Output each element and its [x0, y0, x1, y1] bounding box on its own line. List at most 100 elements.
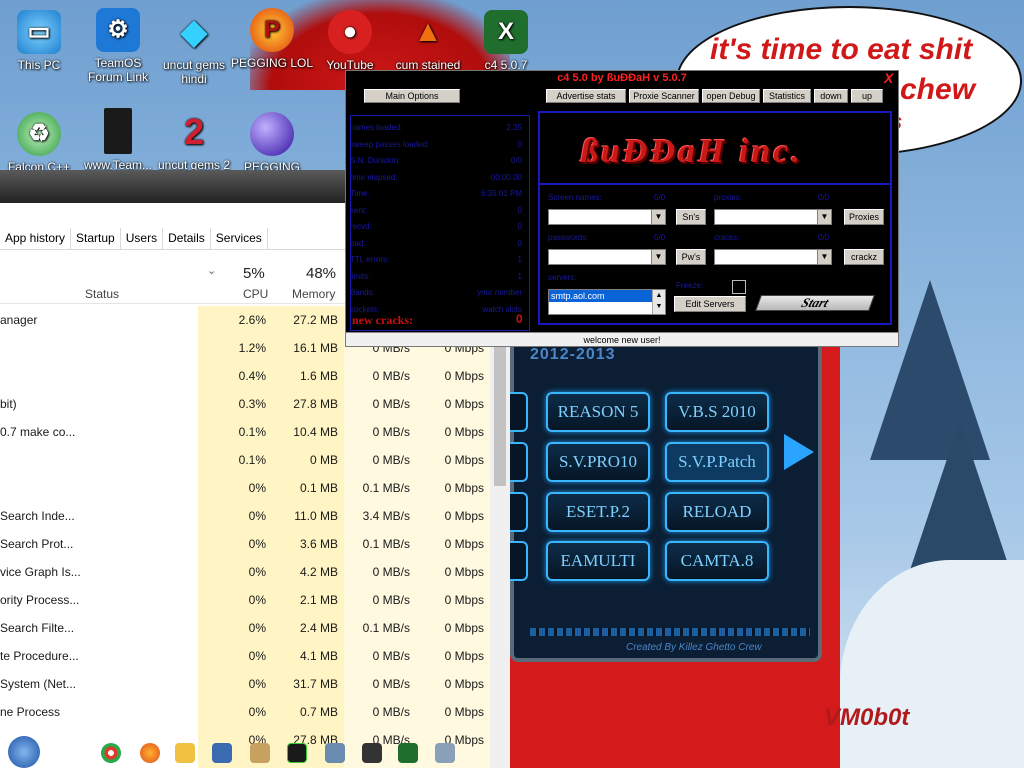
memory-value: 27.8 MB [293, 397, 338, 411]
eset-button[interactable]: ESET.P.2 [546, 492, 650, 532]
camta-button[interactable]: CAMTA.8 [665, 541, 769, 581]
table-row[interactable]: Search Filte... 0% 2.4 MB 0.1 MB/s 0 Mbps [0, 614, 490, 642]
skin-progress-strip [530, 628, 810, 636]
chevron-down-icon[interactable]: ▼ [651, 250, 665, 264]
cpu-value: 0% [248, 705, 266, 719]
close-icon[interactable]: X [884, 70, 893, 86]
app-icon[interactable] [325, 743, 345, 763]
desktop-icon-uncut-gems-2[interactable]: 2 uncut gems 2 [152, 110, 236, 173]
desktop-icon-pegging-lol[interactable]: P PEGGING LOL [230, 8, 314, 70]
desktop-icon-this-pc[interactable]: ▭ This PC [0, 10, 81, 72]
process-name: Search Filte... [0, 621, 75, 635]
network-value: 0 Mbps [444, 565, 484, 579]
7zip-icon[interactable] [362, 743, 382, 763]
process-name: te Procedure... [0, 649, 79, 663]
proxies-select[interactable]: ▼ [714, 209, 832, 225]
proxie-scanner-button[interactable]: Proxie Scanner [629, 89, 699, 103]
column-memory[interactable]: Memory [292, 287, 335, 301]
column-status[interactable]: Status [85, 287, 119, 301]
desktop-icon-cum-stained[interactable]: ▲ cum stained [386, 10, 470, 73]
sns-button[interactable]: Sn's [676, 209, 706, 225]
screen-names-select[interactable]: ▼ [548, 209, 666, 225]
tab-details[interactable]: Details [163, 228, 211, 249]
crackz-button[interactable]: crackz [844, 249, 884, 265]
list-scroll-arrows-icon[interactable]: ▲ ▼ [652, 290, 665, 314]
desktop-icon-uncut-gems-hindi[interactable]: ◆ uncut gems hindi [152, 10, 236, 86]
svpro-button[interactable]: S.V.PRO10 [546, 442, 650, 482]
table-row[interactable]: vice Graph Is... 0% 4.2 MB 0 MB/s 0 Mbps [0, 558, 490, 586]
proxies-button[interactable]: Proxies [844, 209, 884, 225]
desktop-icon-teamos[interactable]: ⚙ TeamOS Forum Link [76, 8, 160, 84]
app-icon[interactable] [212, 743, 232, 763]
statistics-button[interactable]: Statistics [763, 89, 811, 103]
chevron-down-icon[interactable]: ▼ [817, 210, 831, 224]
chevron-down-icon[interactable]: ▼ [651, 210, 665, 224]
desktop-icon-youtube[interactable]: ● YouTube [308, 10, 392, 72]
servers-list[interactable]: smtp.aol.com ▲ ▼ [548, 289, 666, 315]
table-row[interactable]: Search Prot... 0% 3.6 MB 0.1 MB/s 0 Mbps [0, 530, 490, 558]
tab-users[interactable]: Users [120, 228, 164, 249]
pws-button[interactable]: Pw's [676, 249, 706, 265]
edit-servers-button[interactable]: Edit Servers [674, 296, 746, 312]
chevron-down-icon[interactable]: ▼ [817, 250, 831, 264]
folder-icon[interactable] [175, 743, 195, 763]
tab-startup[interactable]: Startup [71, 228, 121, 249]
reason-button[interactable]: REASON 5 [546, 392, 650, 432]
stat-label: time elapsed: [350, 172, 398, 182]
panel-divider [540, 183, 890, 185]
skin-partial-button[interactable] [510, 392, 528, 432]
chevron-down-icon[interactable]: ⌄ [207, 264, 216, 277]
main-options-button[interactable]: Main Options [364, 89, 460, 103]
app-icon[interactable] [435, 743, 455, 763]
table-row[interactable]: 0% 0.1 MB 0.1 MB/s 0 Mbps [0, 474, 490, 502]
start-button[interactable] [8, 736, 40, 768]
skin-partial-button[interactable] [510, 442, 528, 482]
table-row[interactable]: ority Process... 0% 2.1 MB 0 MB/s 0 Mbps [0, 586, 490, 614]
stat-label: recvd: [350, 222, 372, 231]
book-icon [104, 108, 132, 154]
network-value: 0 Mbps [444, 705, 484, 719]
down-button[interactable]: down [814, 89, 848, 103]
column-cpu[interactable]: CPU [243, 287, 268, 301]
skin-partial-button[interactable] [510, 492, 528, 532]
desktop-icon-label: This PC [17, 58, 61, 72]
cracks-select[interactable]: ▼ [714, 249, 832, 265]
server-item[interactable]: smtp.aol.com [549, 290, 653, 302]
advertise-stats-button[interactable]: Advertise stats [546, 89, 626, 103]
desktop-icon-www-team[interactable]: www.Team... [76, 108, 160, 172]
vbs-button[interactable]: V.B.S 2010 [665, 392, 769, 432]
buddah-logo: ßuÐÐaH inc. [581, 133, 803, 170]
memory-value: 0.7 MB [299, 705, 338, 719]
desktop-icon-c4[interactable]: X c4 5.0.7 [464, 10, 548, 72]
eamulti-button[interactable]: EAMULTI [546, 541, 650, 581]
up-button[interactable]: up [851, 89, 883, 103]
excel-icon[interactable] [398, 743, 418, 763]
terminal-icon[interactable] [287, 743, 307, 763]
reload-button[interactable]: RELOAD [665, 492, 769, 532]
freeze-checkbox[interactable] [732, 280, 746, 294]
cpu-percent: 5% [243, 265, 265, 282]
chrome-icon[interactable] [101, 743, 121, 763]
table-row[interactable]: System (Net... 0% 31.7 MB 0 MB/s 0 Mbps [0, 670, 490, 698]
svp-patch-button[interactable]: S.V.P.Patch [665, 442, 769, 482]
tab-services[interactable]: Services [210, 228, 268, 249]
table-row[interactable]: Search Inde... 0% 11.0 MB 3.4 MB/s 0 Mbps [0, 502, 490, 530]
table-row[interactable]: 0.7 make co... 0.1% 10.4 MB 0 MB/s 0 Mbps [0, 418, 490, 446]
skin-partial-button[interactable] [510, 541, 528, 581]
desktop-icon-falcon[interactable]: ♻ Falcon C++ [0, 112, 81, 174]
tool-icon[interactable] [250, 743, 270, 763]
firefox-icon[interactable] [140, 743, 160, 763]
table-row[interactable]: te Procedure... 0% 4.1 MB 0 MB/s 0 Mbps [0, 642, 490, 670]
arrow-right-icon[interactable] [784, 434, 814, 470]
tab-app-history[interactable]: App history [0, 228, 72, 249]
process-scroll-thumb[interactable] [494, 336, 506, 486]
table-row[interactable]: 0.4% 1.6 MB 0 MB/s 0 Mbps [0, 362, 490, 390]
table-row[interactable]: bit) 0.3% 27.8 MB 0 MB/s 0 Mbps [0, 390, 490, 418]
start-button[interactable]: Start [755, 295, 875, 311]
table-row[interactable]: ne Process 0% 0.7 MB 0 MB/s 0 Mbps [0, 698, 490, 726]
open-debug-button[interactable]: open Debug [702, 89, 760, 103]
process-name: ority Process... [0, 593, 80, 607]
passwords-select[interactable]: ▼ [548, 249, 666, 265]
desktop-icon-pegging[interactable]: PEGGING [230, 112, 314, 174]
table-row[interactable]: 0.1% 0 MB 0 MB/s 0 Mbps [0, 446, 490, 474]
